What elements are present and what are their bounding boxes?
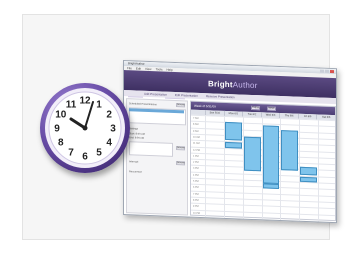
- calendar-event[interactable]: [262, 125, 280, 185]
- brand-logo: BrightAuthor: [208, 79, 258, 90]
- clock-number: 2: [106, 110, 112, 121]
- browse-button-1[interactable]: Browse: [176, 103, 185, 108]
- brand-sub: Author: [232, 80, 258, 91]
- calendar-event[interactable]: [300, 166, 318, 176]
- maximize-icon[interactable]: [325, 69, 329, 73]
- settings-label: Settings: [129, 127, 139, 131]
- clock-icon: 12 1 2 3 4 5 6 7 8 9 10 11: [40, 83, 130, 173]
- clock-number: 8: [58, 138, 64, 149]
- hour-label: 5 PM: [193, 179, 199, 183]
- calendar-grid[interactable]: 7 AM 8 AM 9 AM 10 AM 11 AM 12 PM 1 PM 2 PM 3 PM 4…: [191, 114, 335, 223]
- hour-label: 8 PM: [193, 198, 199, 202]
- hour-label: 12 PM: [193, 148, 200, 152]
- hour-label: 1 PM: [193, 154, 199, 158]
- end-time-field[interactable]: End: 9:00 AM: [129, 136, 144, 140]
- hour-label: 3 PM: [193, 167, 199, 171]
- calendar-event[interactable]: [243, 136, 261, 172]
- clock-number: 7: [68, 148, 74, 159]
- recurrence-label: Recurrence: [129, 170, 142, 174]
- clock-number: 10: [55, 110, 67, 121]
- clock-face: 12 12 3 45678 9 1011: [45, 88, 125, 168]
- hour-label: 7 AM: [193, 116, 199, 120]
- sub-nav-add[interactable]: Add Presentation: [144, 91, 167, 98]
- browse-button-3[interactable]: Browse: [176, 161, 185, 166]
- day-column-line: [318, 119, 320, 222]
- today-button[interactable]: Today: [251, 105, 260, 111]
- day-column-line: [205, 115, 206, 218]
- hour-label: 7 PM: [193, 192, 199, 196]
- clock-number: 12: [79, 96, 91, 107]
- hour-label: 2 PM: [193, 160, 199, 164]
- calendar-event[interactable]: [262, 183, 280, 190]
- clock-number: 4: [106, 138, 112, 149]
- calendar-event[interactable]: [281, 130, 299, 171]
- hour-label: 9 PM: [193, 204, 199, 209]
- hour-label: 6 PM: [193, 185, 199, 190]
- app-window: BrightAuthor File Edit View Tools Help B…: [123, 60, 337, 224]
- clock-number: 6: [82, 152, 88, 163]
- close-icon[interactable]: [330, 69, 334, 74]
- hour-label: 11 AM: [193, 141, 200, 146]
- clock-number: 5: [96, 148, 102, 159]
- calendar-title: Week of 5/31/09: [194, 103, 216, 109]
- interrupt-label: Interrupt: [129, 160, 139, 164]
- scheduled-label: Scheduled Presentations: [129, 102, 157, 107]
- hour-label: 9 AM: [193, 129, 199, 133]
- start-time-field[interactable]: Start: 8:00 AM: [129, 132, 145, 136]
- clock-number: 3: [110, 124, 116, 135]
- brand-main: Bright: [208, 79, 233, 90]
- clock-number: 9: [54, 124, 60, 135]
- hour-label: 8 AM: [193, 122, 199, 127]
- clock-number: 11: [66, 99, 77, 110]
- week-calendar: Week of 5/31/09 Today Week Sun 5/31 Mon …: [190, 100, 336, 223]
- calendar-event[interactable]: [224, 141, 242, 149]
- sub-nav-edit[interactable]: Edit Presentation: [175, 92, 198, 99]
- clock-number: 1: [96, 99, 102, 110]
- hour-label: 4 PM: [193, 173, 199, 177]
- week-button[interactable]: Week: [267, 106, 276, 111]
- sub-nav-remove[interactable]: Remove Presentation: [206, 93, 235, 100]
- browse-button-2[interactable]: Browse: [176, 146, 185, 151]
- calendar-event[interactable]: [224, 121, 242, 141]
- minimize-icon[interactable]: [320, 69, 324, 73]
- window-controls: [320, 69, 334, 74]
- hour-label: 10 PM: [193, 211, 200, 215]
- schedule-settings-pane: Scheduled Presentations Browse Settings …: [126, 98, 188, 216]
- window-title: BrightAuthor: [128, 61, 145, 66]
- clock-center: [82, 125, 88, 131]
- settings-box[interactable]: [129, 141, 173, 157]
- hour-label: 10 AM: [193, 135, 200, 139]
- calendar-event[interactable]: [300, 176, 318, 183]
